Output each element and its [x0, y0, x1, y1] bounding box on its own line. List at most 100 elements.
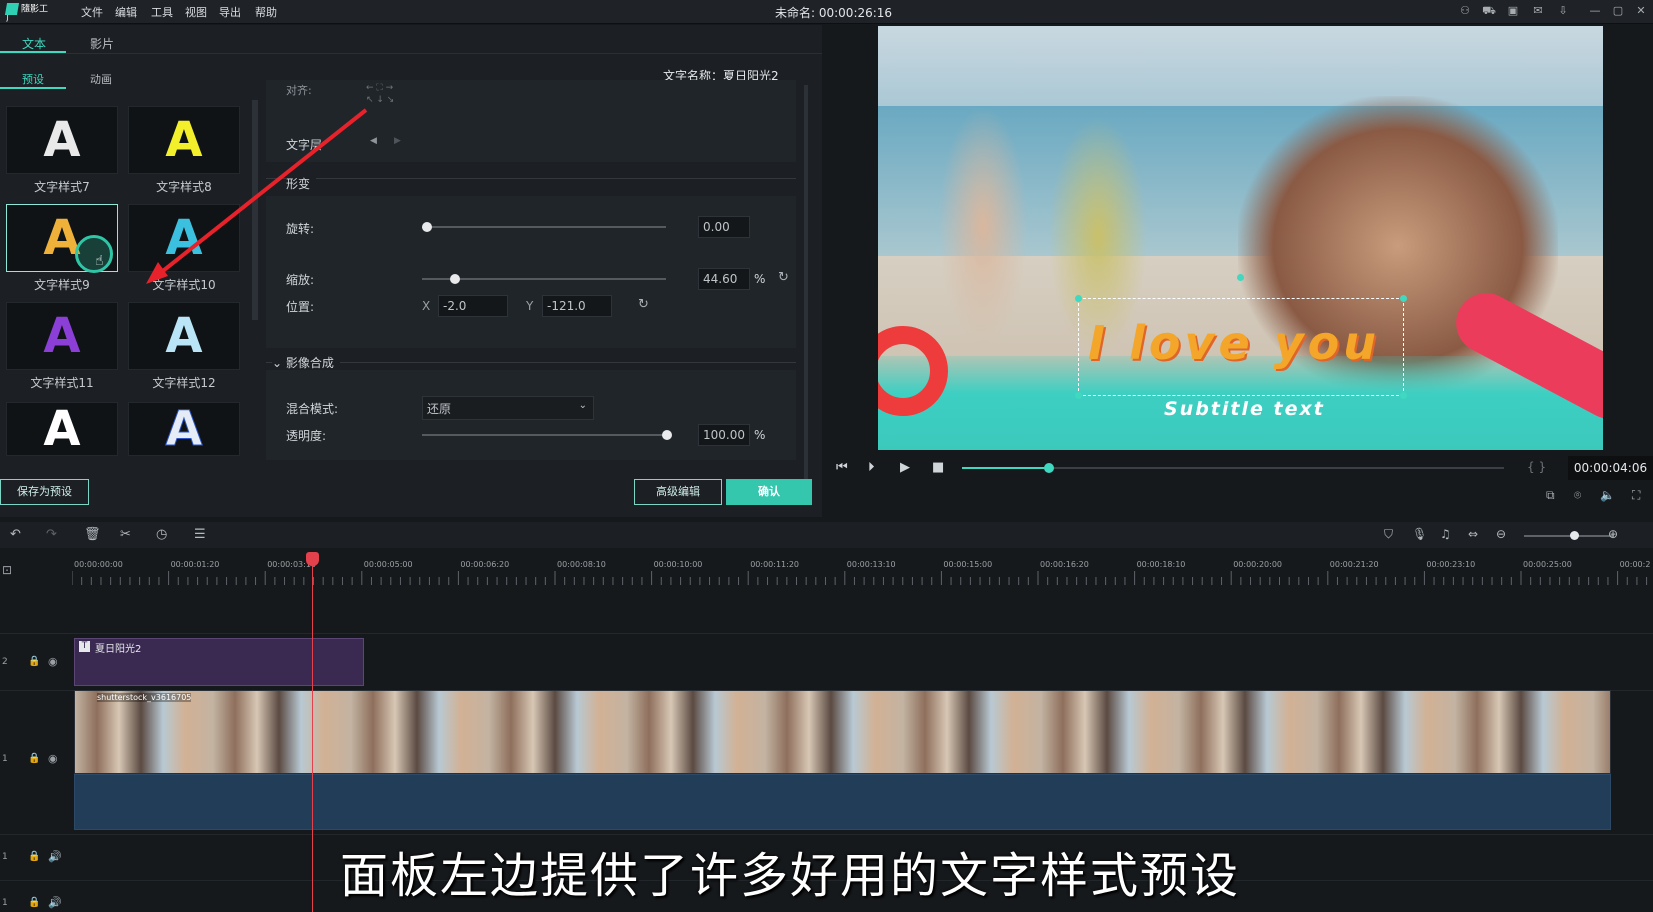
- scale-input[interactable]: 44.60: [698, 268, 750, 290]
- zoom-knob[interactable]: [1570, 531, 1579, 540]
- close-icon[interactable]: ✕: [1634, 4, 1648, 18]
- preset-item[interactable]: A: [128, 401, 240, 458]
- preset-thumbnail[interactable]: A: [6, 401, 118, 457]
- snapshot-icon[interactable]: ⌾: [1574, 488, 1581, 503]
- ruler-tick-label: 00:00:18:10: [1137, 560, 1186, 569]
- rotation-input[interactable]: 0.00: [698, 216, 750, 238]
- menu-export[interactable]: 导出: [219, 4, 241, 20]
- scale-knob[interactable]: [450, 274, 460, 284]
- volume-icon[interactable]: 🔈: [1600, 488, 1615, 502]
- playback-knob[interactable]: [1043, 463, 1054, 473]
- speaker-icon[interactable]: 🔊: [48, 850, 62, 863]
- opacity-input[interactable]: 100.00: [698, 424, 750, 446]
- text-clip[interactable]: T 夏日阳光2: [74, 638, 364, 686]
- resize-handle[interactable]: [1075, 295, 1082, 302]
- menu-view[interactable]: 视图: [185, 4, 207, 20]
- rotate-handle[interactable]: [1237, 274, 1244, 281]
- direction-right-icon[interactable]: ▶: [394, 136, 401, 146]
- lock-icon[interactable]: 🔒: [28, 897, 40, 908]
- voiceover-icon[interactable]: ♫: [1440, 527, 1451, 541]
- tab-movie[interactable]: 影片: [90, 35, 114, 52]
- preset-thumbnail[interactable]: A: [128, 401, 240, 458]
- menu-tools[interactable]: 工具: [151, 4, 173, 20]
- zoom-slider[interactable]: [1524, 535, 1614, 537]
- speaker-icon[interactable]: 🔊: [48, 896, 62, 909]
- opacity-knob[interactable]: [662, 430, 672, 440]
- fit-icon[interactable]: ⇔: [1468, 527, 1478, 541]
- display-settings-icon[interactable]: ⧉: [1546, 488, 1555, 503]
- video-preview[interactable]: I love you Subtitle text: [878, 26, 1603, 450]
- microphone-icon[interactable]: 🎙: [1412, 527, 1427, 541]
- step-play-icon[interactable]: ⏵: [868, 460, 875, 475]
- lock-icon[interactable]: 🔒: [28, 851, 40, 862]
- x-label: X: [422, 299, 431, 313]
- preset-item[interactable]: A: [6, 401, 118, 457]
- preset-item[interactable]: A 文字样式11: [6, 302, 118, 391]
- rotation-knob[interactable]: [422, 222, 432, 232]
- play-icon[interactable]: ▶: [900, 460, 910, 475]
- rotation-slider[interactable]: [422, 226, 666, 228]
- minimize-icon[interactable]: —: [1588, 4, 1602, 18]
- zoom-in-icon[interactable]: ⊕: [1608, 527, 1618, 541]
- confirm-button[interactable]: 确认: [726, 479, 812, 505]
- save-preset-button[interactable]: 保存为预设: [0, 479, 89, 505]
- mail-icon[interactable]: ✉: [1531, 4, 1545, 18]
- preset-thumbnail[interactable]: A: [6, 302, 118, 370]
- cart-icon[interactable]: ⛟: [1482, 4, 1496, 18]
- tab-animation[interactable]: 动画: [90, 71, 112, 87]
- props-scrollbar[interactable]: [804, 85, 808, 480]
- previous-frame-icon[interactable]: ⏮: [836, 460, 848, 475]
- preset-thumbnail[interactable]: A ☝: [6, 204, 118, 273]
- opacity-slider[interactable]: [422, 434, 666, 436]
- preset-item[interactable]: A 文字样式7: [6, 106, 118, 195]
- tab-text[interactable]: 文本: [22, 35, 46, 52]
- resize-handle[interactable]: [1400, 392, 1407, 399]
- timeline-toolbar: ↶ ↷ 🗑 ✂ ◷ ☰ ⛉ 🎙 ♫ ⇔ ⊖ ⊕: [0, 522, 1653, 548]
- redo-icon[interactable]: ↷: [46, 527, 57, 542]
- tab-preset[interactable]: 预设: [22, 71, 44, 87]
- eye-icon[interactable]: ◉: [48, 752, 58, 765]
- preset-item[interactable]: A 文字样式12: [128, 302, 240, 391]
- preset-thumbnail[interactable]: A: [6, 106, 118, 174]
- playhead-line[interactable]: [312, 552, 313, 912]
- fullscreen-icon[interactable]: ⛶: [1632, 488, 1640, 503]
- eye-icon[interactable]: ◉: [48, 655, 58, 668]
- compositing-header[interactable]: ⌄ 影像合成: [272, 354, 340, 371]
- audio-waveform-area[interactable]: [74, 774, 1611, 830]
- marker-icon[interactable]: ⛉: [1384, 527, 1393, 542]
- maximize-icon[interactable]: ▢: [1611, 4, 1625, 18]
- stop-icon[interactable]: ■: [932, 460, 944, 475]
- reset-position-icon[interactable]: ↻: [638, 297, 649, 312]
- download-icon[interactable]: ⇩: [1556, 4, 1570, 18]
- adjust-icon[interactable]: ☰: [194, 527, 206, 542]
- lock-icon[interactable]: 🔒: [28, 753, 40, 764]
- save-icon[interactable]: ▣: [1506, 4, 1520, 18]
- playhead-handle[interactable]: [306, 552, 319, 566]
- add-track-icon[interactable]: ⊡: [2, 563, 12, 577]
- duration-icon[interactable]: ◷: [156, 527, 167, 542]
- preset-thumbnail[interactable]: A: [128, 302, 240, 370]
- ruler-tick-label: 00:00:10:00: [654, 560, 703, 569]
- advanced-edit-button[interactable]: 高级编辑: [634, 479, 722, 505]
- position-y-input[interactable]: -121.0: [542, 295, 612, 317]
- preview-subtitle-text: Subtitle text: [1164, 398, 1325, 420]
- account-icon[interactable]: ⚇: [1458, 4, 1472, 18]
- zoom-out-icon[interactable]: ⊖: [1496, 527, 1506, 541]
- preset-item-selected[interactable]: A ☝ 文字样式9: [6, 204, 118, 293]
- blend-mode-select[interactable]: 还原 ⌄: [422, 396, 594, 420]
- undo-icon[interactable]: ↶: [10, 527, 21, 542]
- cut-icon[interactable]: ✂: [120, 527, 131, 542]
- position-x-input[interactable]: -2.0: [438, 295, 508, 317]
- ruler-tick-label: 00:00:00:00: [74, 560, 123, 569]
- resize-handle[interactable]: [1075, 392, 1082, 399]
- delete-icon[interactable]: 🗑: [84, 527, 101, 542]
- reset-scale-icon[interactable]: ↻: [778, 270, 789, 285]
- menu-help[interactable]: 帮助: [255, 4, 277, 20]
- menu-file[interactable]: 文件: [81, 4, 103, 20]
- app-logo: 隨影工厂: [4, 3, 49, 24]
- menu-edit[interactable]: 编辑: [115, 4, 137, 20]
- bracket-icons[interactable]: { }: [1527, 460, 1546, 474]
- resize-handle[interactable]: [1400, 295, 1407, 302]
- video-clip[interactable]: shutterstock_v3616705: [74, 690, 1611, 774]
- lock-icon[interactable]: 🔒: [28, 656, 40, 667]
